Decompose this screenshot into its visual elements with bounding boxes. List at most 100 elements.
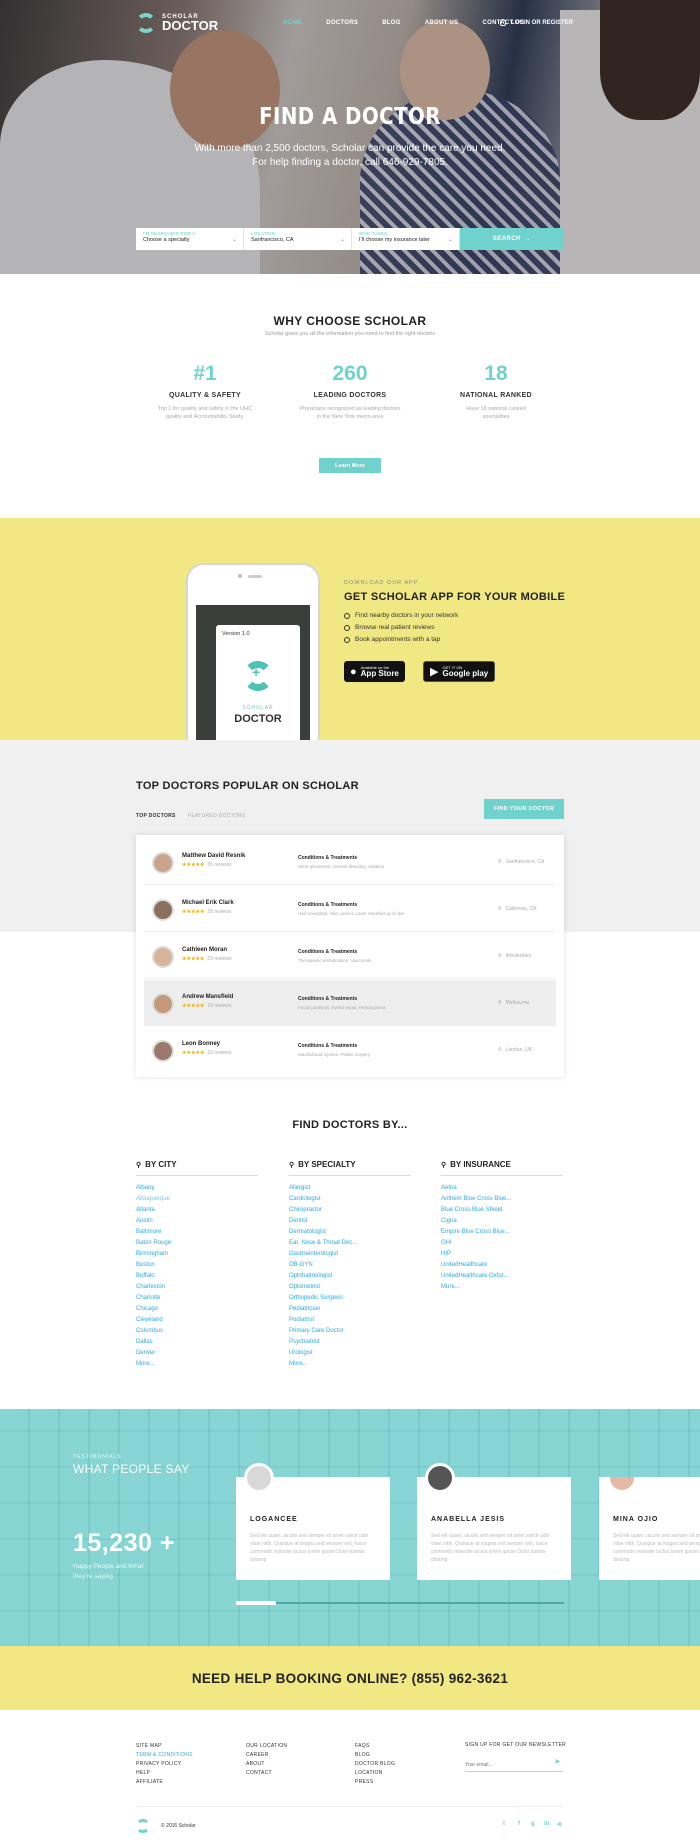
doctor-row[interactable]: Michael Erik Clark ★★★★★ 28 reviews Conditi… (144, 886, 556, 932)
google-plus-icon[interactable]: g (531, 1821, 535, 1827)
find-by-link[interactable]: Allergist (289, 1183, 411, 1194)
find-by-link[interactable]: Austin (136, 1216, 258, 1227)
map-pin-icon: ⚲ (498, 1000, 502, 1006)
find-by-link[interactable]: Orthopedic Surgeon (289, 1293, 411, 1304)
footer-logo-icon[interactable] (136, 1819, 150, 1833)
find-by-link[interactable]: Optometrist (289, 1282, 411, 1293)
logo[interactable]: SCHOLAR DOCTOR (136, 13, 218, 33)
find-by-link[interactable]: Cigna (441, 1216, 563, 1227)
send-icon[interactable]: ➤ (554, 1757, 561, 1766)
find-by-link[interactable]: Ear, Nose & Throat Doc... (289, 1238, 411, 1249)
doctor-name[interactable]: Michael Erik Clark (182, 900, 234, 906)
footer-link[interactable]: FAQS (355, 1742, 395, 1751)
doctor-row[interactable]: Leon Bonney ★★★★★ 15 reviews Conditions & T… (144, 1027, 556, 1073)
find-by-link[interactable]: Albuquerque (136, 1194, 258, 1205)
find-by-link[interactable]: Birmingham (136, 1249, 258, 1260)
tab-top-doctors[interactable]: TOP DOCTORS (136, 813, 176, 819)
footer-link[interactable]: SITE MAP (136, 1742, 193, 1751)
find-by-link[interactable]: Charleston (136, 1282, 258, 1293)
doctor-name[interactable]: Leon Bonney (182, 1041, 220, 1047)
find-by-link[interactable]: Boston (136, 1260, 258, 1271)
testimonial-progress-thumb[interactable] (236, 1601, 276, 1605)
find-by-link[interactable]: Baltimore (136, 1227, 258, 1238)
doctor-row[interactable]: Matthew David Resnik ★★★★★ 35 reviews Condi… (144, 839, 556, 885)
find-by-link[interactable]: Aetna (441, 1183, 563, 1194)
find-by-link[interactable]: UnitedHealthcare (441, 1260, 563, 1271)
footer-link[interactable]: ABOUT (246, 1760, 287, 1769)
tab-featured-doctors[interactable]: FEATURED DOCTORS (188, 813, 246, 819)
find-by-link[interactable]: More... (441, 1282, 563, 1293)
find-by-link[interactable]: Primary Care Doctor (289, 1326, 411, 1337)
nav-doctors[interactable]: DOCTORS (326, 20, 358, 26)
find-by-link[interactable]: Blue Cross Blue Shield (441, 1205, 563, 1216)
footer-link[interactable]: HELP (136, 1769, 193, 1778)
find-by-link[interactable]: Charlotte (136, 1293, 258, 1304)
find-by-link[interactable]: Ophthalmologist (289, 1271, 411, 1282)
testimonial-progress[interactable] (236, 1601, 564, 1605)
find-by-link[interactable]: Dermatologist (289, 1227, 411, 1238)
nav-home[interactable]: HOME (283, 20, 302, 26)
login-link[interactable]: LOGIN OR REGISTER (500, 19, 573, 26)
testimonial-text: Sed elit quam, iaculis sed semper sit am… (613, 1533, 700, 1563)
learn-more-button[interactable]: Learn More (319, 458, 381, 473)
find-by-link[interactable]: More... (136, 1359, 258, 1370)
find-by-link[interactable]: Denver (136, 1348, 258, 1359)
insurance-select[interactable]: WHO TAKES I'll choose my insurance later ⌄ (352, 228, 460, 250)
doctor-name[interactable]: Matthew David Resnik (182, 853, 245, 859)
find-by-link[interactable]: Albany (136, 1183, 258, 1194)
facebook-icon[interactable]: f (518, 1821, 520, 1827)
conditions-list: Facial paralysis, Eyelid repair, Hemangi… (298, 1005, 386, 1010)
doctor-row[interactable]: Andrew Mansfield ★★★★★ 19 reviews Condition… (144, 980, 556, 1026)
find-by-link[interactable]: More... (289, 1359, 411, 1370)
find-by-link[interactable]: Gastroenterologist (289, 1249, 411, 1260)
find-by-link[interactable]: Urologist (289, 1348, 411, 1359)
find-by-link[interactable]: Atlanta (136, 1205, 258, 1216)
footer-link[interactable]: CONTACT (246, 1769, 287, 1778)
find-by-link[interactable]: OB-GYN (289, 1260, 411, 1271)
find-by-link[interactable]: Dentist (289, 1216, 411, 1227)
find-by-link[interactable]: Buffalo (136, 1271, 258, 1282)
doctor-name[interactable]: Cathleen Moran (182, 947, 227, 953)
find-by-link[interactable]: Cardiologist (289, 1194, 411, 1205)
nav-blog[interactable]: BLOG (382, 20, 401, 26)
find-by-link[interactable]: Chicago (136, 1304, 258, 1315)
find-by-link[interactable]: Baton Rouge (136, 1238, 258, 1249)
logo-icon (136, 13, 156, 33)
twitter-icon[interactable]: t (503, 1821, 505, 1827)
nav-about[interactable]: ABOUT US (425, 20, 459, 26)
footer-link[interactable]: TERM & CONDITIONS (136, 1751, 193, 1760)
doctor-row[interactable]: Cathleen Moran ★★★★★ 23 reviews Conditions … (144, 933, 556, 979)
footer-link[interactable]: LOCATION (355, 1769, 395, 1778)
app-store-button[interactable]: ● Available on the App Store (344, 661, 405, 682)
testimonial-name: ANABELLA JESIS (431, 1516, 506, 1523)
find-by-link[interactable]: Dallas (136, 1337, 258, 1348)
find-your-doctor-button[interactable]: FIND YOUR DOCTOR (484, 799, 564, 819)
rss-icon[interactable]: ≋ (557, 1821, 562, 1828)
newsletter-email-input[interactable] (465, 1758, 563, 1772)
footer-link[interactable]: BLOG (355, 1751, 395, 1760)
linkedin-icon[interactable]: in (544, 1821, 549, 1827)
find-by-link[interactable]: Podiatrist (289, 1315, 411, 1326)
find-by-link[interactable]: Pediatrician (289, 1304, 411, 1315)
search-button[interactable]: SEARCH → (460, 228, 564, 250)
find-by-link[interactable]: HIP (441, 1249, 563, 1260)
footer-link[interactable]: PRESS (355, 1778, 395, 1787)
find-by-link[interactable]: Chiropractor (289, 1205, 411, 1216)
find-by-link[interactable]: Psychiatrist (289, 1337, 411, 1348)
footer-link[interactable]: AFFILIATE (136, 1778, 193, 1787)
footer-link[interactable]: PRIVACY POLICY (136, 1760, 193, 1769)
footer-link[interactable]: CAREER (246, 1751, 287, 1760)
find-by-link[interactable]: GHI (441, 1238, 563, 1249)
find-by-link[interactable]: UnitedHealthcare Oxfor... (441, 1271, 563, 1282)
find-by-link[interactable]: Cleveland (136, 1315, 258, 1326)
find-by-link[interactable]: Anthem Blue Cross Blue... (441, 1194, 563, 1205)
footer-link[interactable]: DOCTOR BLOG (355, 1760, 395, 1769)
find-by-link[interactable]: Empire Blue Cross Blue... (441, 1227, 563, 1238)
google-play-button[interactable]: ▶ GET IT ON Google play (423, 661, 496, 682)
find-by-link[interactable]: Columbus (136, 1326, 258, 1337)
avatar (152, 852, 174, 874)
footer-link[interactable]: OUR LOCATION (246, 1742, 287, 1751)
doctor-name[interactable]: Andrew Mansfield (182, 994, 233, 1000)
location-select[interactable]: LOCATION Sanfrancisco, CA ⌄ (244, 228, 352, 250)
specialty-select[interactable]: I'M SEARCHING FOR A Choose a specialty ⌄ (136, 228, 244, 250)
